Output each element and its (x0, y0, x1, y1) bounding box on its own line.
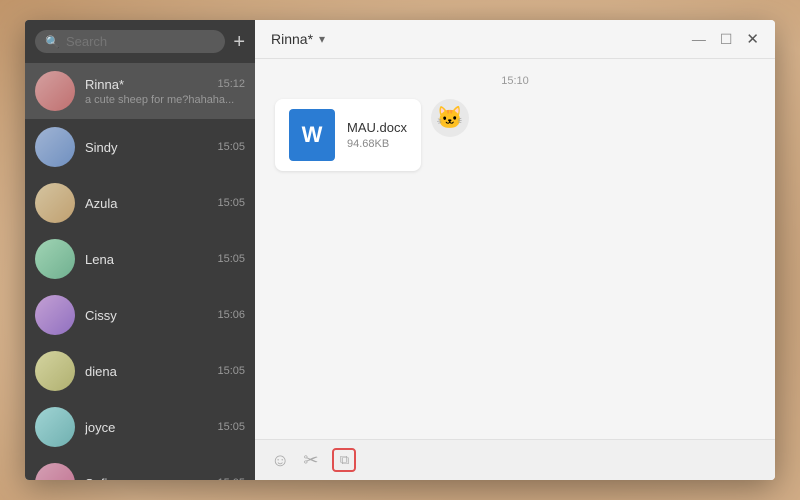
contact-time: 15:05 (217, 365, 245, 377)
avatar (35, 295, 75, 335)
contact-name: Azula (85, 196, 118, 211)
contact-name: Sindy (85, 140, 118, 155)
contact-name-row: Cissy 15:06 (85, 308, 245, 323)
contact-list: Rinna* 15:12 a cute sheep for me?hahaha.… (25, 63, 255, 480)
search-box[interactable]: 🔍 (35, 30, 225, 53)
contact-name: Lena (85, 252, 114, 267)
contact-item-cissy[interactable]: Cissy 15:06 (25, 287, 255, 343)
avatar: 🐱 (431, 99, 469, 137)
contact-name-row: Sindy 15:05 (85, 140, 245, 155)
contact-item-joyce[interactable]: joyce 15:05 (25, 399, 255, 455)
contact-item-azula[interactable]: Azula 15:05 (25, 175, 255, 231)
avatar (35, 407, 75, 447)
contact-info: diena 15:05 (85, 364, 245, 379)
contact-name: diena (85, 364, 117, 379)
contact-item-sindy[interactable]: Sindy 15:05 (25, 119, 255, 175)
contact-info: Azula 15:05 (85, 196, 245, 211)
contact-name: Rinna* (85, 77, 124, 92)
contact-name: joyce (85, 420, 115, 435)
sidebar-header: 🔍 + (25, 20, 255, 63)
contact-item-lena[interactable]: Lena 15:05 (25, 231, 255, 287)
avatar (35, 183, 75, 223)
avatar (35, 127, 75, 167)
contact-time: 15:06 (217, 309, 245, 321)
avatar (35, 351, 75, 391)
avatar (35, 239, 75, 279)
message-row: W MAU.docx 94.68KB 🐱 (275, 99, 755, 171)
search-icon: 🔍 (45, 35, 60, 49)
chat-title-area: Rinna* ▾ (271, 31, 325, 47)
chat-area: Rinna* ▾ — ☐ ✕ 15:10 W MAU.docx 94.68KB … (255, 20, 775, 480)
file-size: 94.68KB (347, 138, 407, 150)
close-button[interactable]: ✕ (746, 30, 759, 48)
window-controls: — ☐ ✕ (692, 30, 759, 48)
chevron-down-icon[interactable]: ▾ (319, 32, 325, 46)
contact-info: Cissy 15:06 (85, 308, 245, 323)
emoji-icon[interactable]: ☺ (271, 450, 289, 471)
chat-input-bar: ☺ ✂ ⧉ (255, 439, 775, 480)
file-attachment-bubble[interactable]: W MAU.docx 94.68KB (275, 99, 421, 171)
clipboard-icon[interactable]: ⧉ (332, 448, 356, 472)
contact-time: 15:05 (217, 421, 245, 433)
contact-time: 15:05 (217, 141, 245, 153)
contact-name-row: joyce 15:05 (85, 420, 245, 435)
contact-name: Sofia (85, 476, 115, 481)
maximize-button[interactable]: ☐ (720, 31, 733, 48)
contact-name-row: Azula 15:05 (85, 196, 245, 211)
avatar (35, 71, 75, 111)
contact-preview: a cute sheep for me?hahaha... (85, 94, 245, 106)
app-window: 🔍 + Rinna* 15:12 a cute sheep for me?hah… (25, 20, 775, 480)
contact-name-row: Lena 15:05 (85, 252, 245, 267)
contact-item-diena[interactable]: diena 15:05 (25, 343, 255, 399)
contact-time: 15:05 (217, 477, 245, 480)
contact-name-row: Sofia 15:05 (85, 476, 245, 481)
contact-info: Sofia 15:05 (85, 476, 245, 481)
contact-item-sofia[interactable]: Sofia 15:05 (25, 455, 255, 480)
contact-name: Cissy (85, 308, 117, 323)
minimize-button[interactable]: — (692, 31, 706, 47)
chat-title: Rinna* (271, 31, 313, 47)
chat-messages: 15:10 W MAU.docx 94.68KB 🐱 (255, 59, 775, 439)
word-icon: W (289, 109, 335, 161)
contact-name-row: diena 15:05 (85, 364, 245, 379)
scissors-icon[interactable]: ✂ (303, 450, 318, 471)
contact-info: Lena 15:05 (85, 252, 245, 267)
contact-info: joyce 15:05 (85, 420, 245, 435)
contact-time: 15:05 (217, 197, 245, 209)
contact-name-row: Rinna* 15:12 (85, 77, 245, 92)
search-input[interactable] (66, 34, 215, 49)
file-info: MAU.docx 94.68KB (347, 120, 407, 150)
contact-info: Sindy 15:05 (85, 140, 245, 155)
contact-info: Rinna* 15:12 a cute sheep for me?hahaha.… (85, 77, 245, 106)
sidebar: 🔍 + Rinna* 15:12 a cute sheep for me?hah… (25, 20, 255, 480)
avatar (35, 463, 75, 480)
file-name: MAU.docx (347, 120, 407, 135)
add-contact-button[interactable]: + (233, 32, 245, 52)
contact-time: 15:12 (217, 78, 245, 90)
contact-time: 15:05 (217, 253, 245, 265)
chat-header: Rinna* ▾ — ☐ ✕ (255, 20, 775, 59)
message-time-label: 15:10 (275, 75, 755, 87)
contact-item-rinna[interactable]: Rinna* 15:12 a cute sheep for me?hahaha.… (25, 63, 255, 119)
